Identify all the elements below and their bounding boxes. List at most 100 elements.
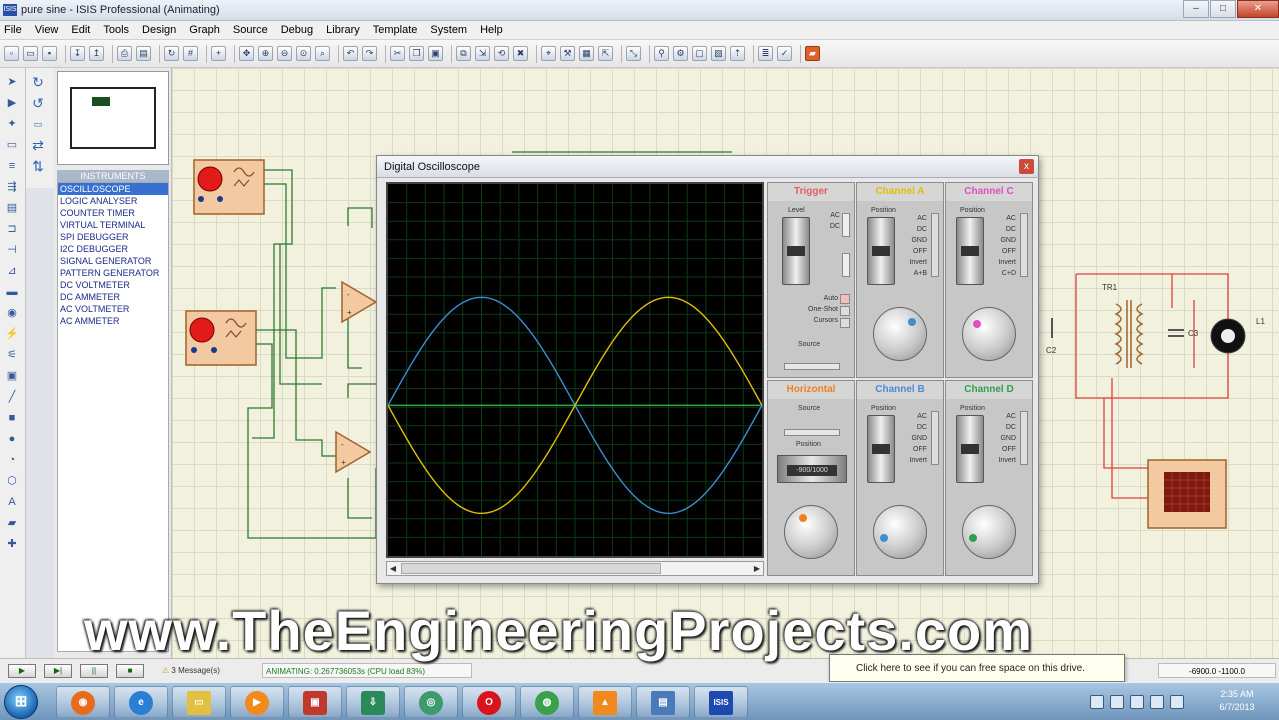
menu-tools[interactable]: Tools <box>103 24 129 36</box>
trigger-mode-cursors[interactable]: Cursors <box>786 315 838 326</box>
trigger-coupling-switch[interactable] <box>842 213 850 237</box>
channel-a-ac[interactable]: AC <box>901 213 927 224</box>
channel-a-a-plus-b[interactable]: A+B <box>901 268 927 279</box>
component-mode-icon[interactable]: ▶ <box>5 96 19 110</box>
channel-b-coupling-switch[interactable] <box>931 411 939 465</box>
box-2d-icon[interactable]: ■ <box>5 411 19 425</box>
menu-file[interactable]: File <box>4 24 22 36</box>
new-sheet-icon[interactable]: ▢ <box>692 46 707 61</box>
channel-b-gnd[interactable]: GND <box>901 433 927 444</box>
taskbar-app-9[interactable]: ◍ <box>520 686 574 718</box>
channel-a-position-dial[interactable] <box>867 217 895 285</box>
menu-help[interactable]: Help <box>480 24 503 36</box>
zoom-area-icon[interactable]: ⌕ <box>315 46 330 61</box>
transformer-tr1[interactable]: TR1 <box>1102 283 1144 368</box>
menu-debug[interactable]: Debug <box>281 24 313 36</box>
wire-label-icon[interactable]: ▭ <box>5 138 19 152</box>
channel-d-volts-knob[interactable] <box>962 505 1016 559</box>
channel-b-position-dial[interactable] <box>867 415 895 483</box>
undo-icon[interactable]: ↶ <box>343 46 358 61</box>
trigger-edge-switch[interactable] <box>842 253 850 277</box>
trigger-level-dial[interactable] <box>782 217 810 285</box>
refresh-icon[interactable]: ↻ <box>164 46 179 61</box>
taskbar-app-7[interactable]: ◎ <box>404 686 458 718</box>
line-2d-icon[interactable]: ╱ <box>5 390 19 404</box>
close-button[interactable]: ✕ <box>1237 0 1279 18</box>
led-matrix-display[interactable] <box>1147 459 1227 529</box>
exit-to-parent-icon[interactable]: ⇡ <box>730 46 745 61</box>
instrument-signal-generator[interactable]: SIGNAL GENERATOR <box>58 255 168 267</box>
instrument-i2c-debugger[interactable]: I2C DEBUGGER <box>58 243 168 255</box>
capacitor-c2[interactable]: C2 <box>1046 318 1057 355</box>
search-tag-icon[interactable]: ⚲ <box>654 46 669 61</box>
taskbar-opera[interactable]: O <box>462 686 516 718</box>
ares-netlist-icon[interactable]: ▰ <box>805 46 820 61</box>
channel-c-position-dial[interactable] <box>956 217 984 285</box>
rotate-anticlockwise-icon[interactable]: ↺ <box>31 96 45 110</box>
decompose-icon[interactable]: ⇱ <box>598 46 613 61</box>
new-file-icon[interactable]: ▫ <box>4 46 19 61</box>
grid-icon[interactable]: # <box>183 46 198 61</box>
tray-flag-icon[interactable] <box>1110 695 1124 709</box>
save-icon[interactable]: ▪ <box>42 46 57 61</box>
arc-2d-icon[interactable]: ◔ <box>5 453 19 467</box>
marker-2d-icon[interactable]: ✚ <box>5 537 19 551</box>
time-base-knob[interactable] <box>784 505 838 559</box>
channel-c-off[interactable]: OFF <box>990 246 1016 257</box>
channel-a-invert[interactable]: Invert <box>901 257 927 268</box>
probe-voltage-icon[interactable]: ⚡ <box>5 327 19 341</box>
open-folder-icon[interactable]: ▭ <box>23 46 38 61</box>
symbol-2d-icon[interactable]: ▰ <box>5 516 19 530</box>
instrument-ac-ammeter[interactable]: AC AMMETER <box>58 315 168 327</box>
channel-c-coupling-switch[interactable] <box>1020 213 1028 277</box>
print-area-icon[interactable]: ▤ <box>136 46 151 61</box>
mirror-x-icon[interactable]: ⇄ <box>31 138 45 152</box>
redo-icon[interactable]: ↷ <box>362 46 377 61</box>
instrument-pattern-generator[interactable]: PATTERN GENERATOR <box>58 267 168 279</box>
channel-d-off[interactable]: OFF <box>990 444 1016 455</box>
channel-b-ac[interactable]: AC <box>901 411 927 422</box>
selection-mode-icon[interactable]: ➤ <box>5 75 19 89</box>
channel-d-ac[interactable]: AC <box>990 411 1016 422</box>
tray-volume-icon[interactable] <box>1170 695 1184 709</box>
taskbar-media-player[interactable]: ▶ <box>230 686 284 718</box>
overview-window[interactable] <box>57 71 169 165</box>
device-pins-icon[interactable]: ⊣ <box>5 243 19 257</box>
signal-generator-2[interactable] <box>185 310 257 366</box>
remove-sheet-icon[interactable]: ▧ <box>711 46 726 61</box>
print-icon[interactable]: ⎙ <box>117 46 132 61</box>
export-icon[interactable]: ↥ <box>89 46 104 61</box>
instrument-logic-analyser[interactable]: LOGIC ANALYSER <box>58 195 168 207</box>
menu-source[interactable]: Source <box>233 24 268 36</box>
junction-dot-icon[interactable]: ✦ <box>5 117 19 131</box>
cursors-mode-led[interactable] <box>840 318 850 328</box>
trigger-coupling-dc[interactable]: DC <box>824 221 840 232</box>
one-shot-mode-led[interactable] <box>840 306 850 316</box>
import-icon[interactable]: ↧ <box>70 46 85 61</box>
signal-generator-1[interactable] <box>193 159 265 215</box>
trigger-mode-one-shot[interactable]: One-Shot <box>786 304 838 315</box>
channel-d-gnd[interactable]: GND <box>990 433 1016 444</box>
trigger-source-slider[interactable] <box>784 363 840 370</box>
horizontal-source-slider[interactable] <box>784 429 840 436</box>
menu-view[interactable]: View <box>35 24 59 36</box>
terminals-icon[interactable]: ⊐ <box>5 222 19 236</box>
channel-d-invert[interactable]: Invert <box>990 455 1016 466</box>
channel-d-coupling-switch[interactable] <box>1020 411 1028 465</box>
circle-2d-icon[interactable]: ● <box>5 432 19 446</box>
taskbar-firefox[interactable]: ◉ <box>56 686 110 718</box>
channel-a-coupling-switch[interactable] <box>931 213 939 277</box>
oscilloscope-close-button[interactable]: x <box>1019 159 1034 174</box>
property-tool-icon[interactable]: ⚙ <box>673 46 688 61</box>
menu-graph[interactable]: Graph <box>189 24 220 36</box>
make-device-icon[interactable]: ⚒ <box>560 46 575 61</box>
block-copy-icon[interactable]: ⧉ <box>456 46 471 61</box>
taskbar-app-5[interactable]: ▣ <box>288 686 342 718</box>
cut-icon[interactable]: ✂ <box>390 46 405 61</box>
menu-edit[interactable]: Edit <box>71 24 90 36</box>
block-rotate-icon[interactable]: ⟲ <box>494 46 509 61</box>
instrument-oscilloscope[interactable]: OSCILLOSCOPE <box>58 183 168 195</box>
op-amp-2[interactable]: - + <box>335 430 372 474</box>
scrollbar-thumb[interactable] <box>401 563 661 574</box>
channel-c-gnd[interactable]: GND <box>990 235 1016 246</box>
